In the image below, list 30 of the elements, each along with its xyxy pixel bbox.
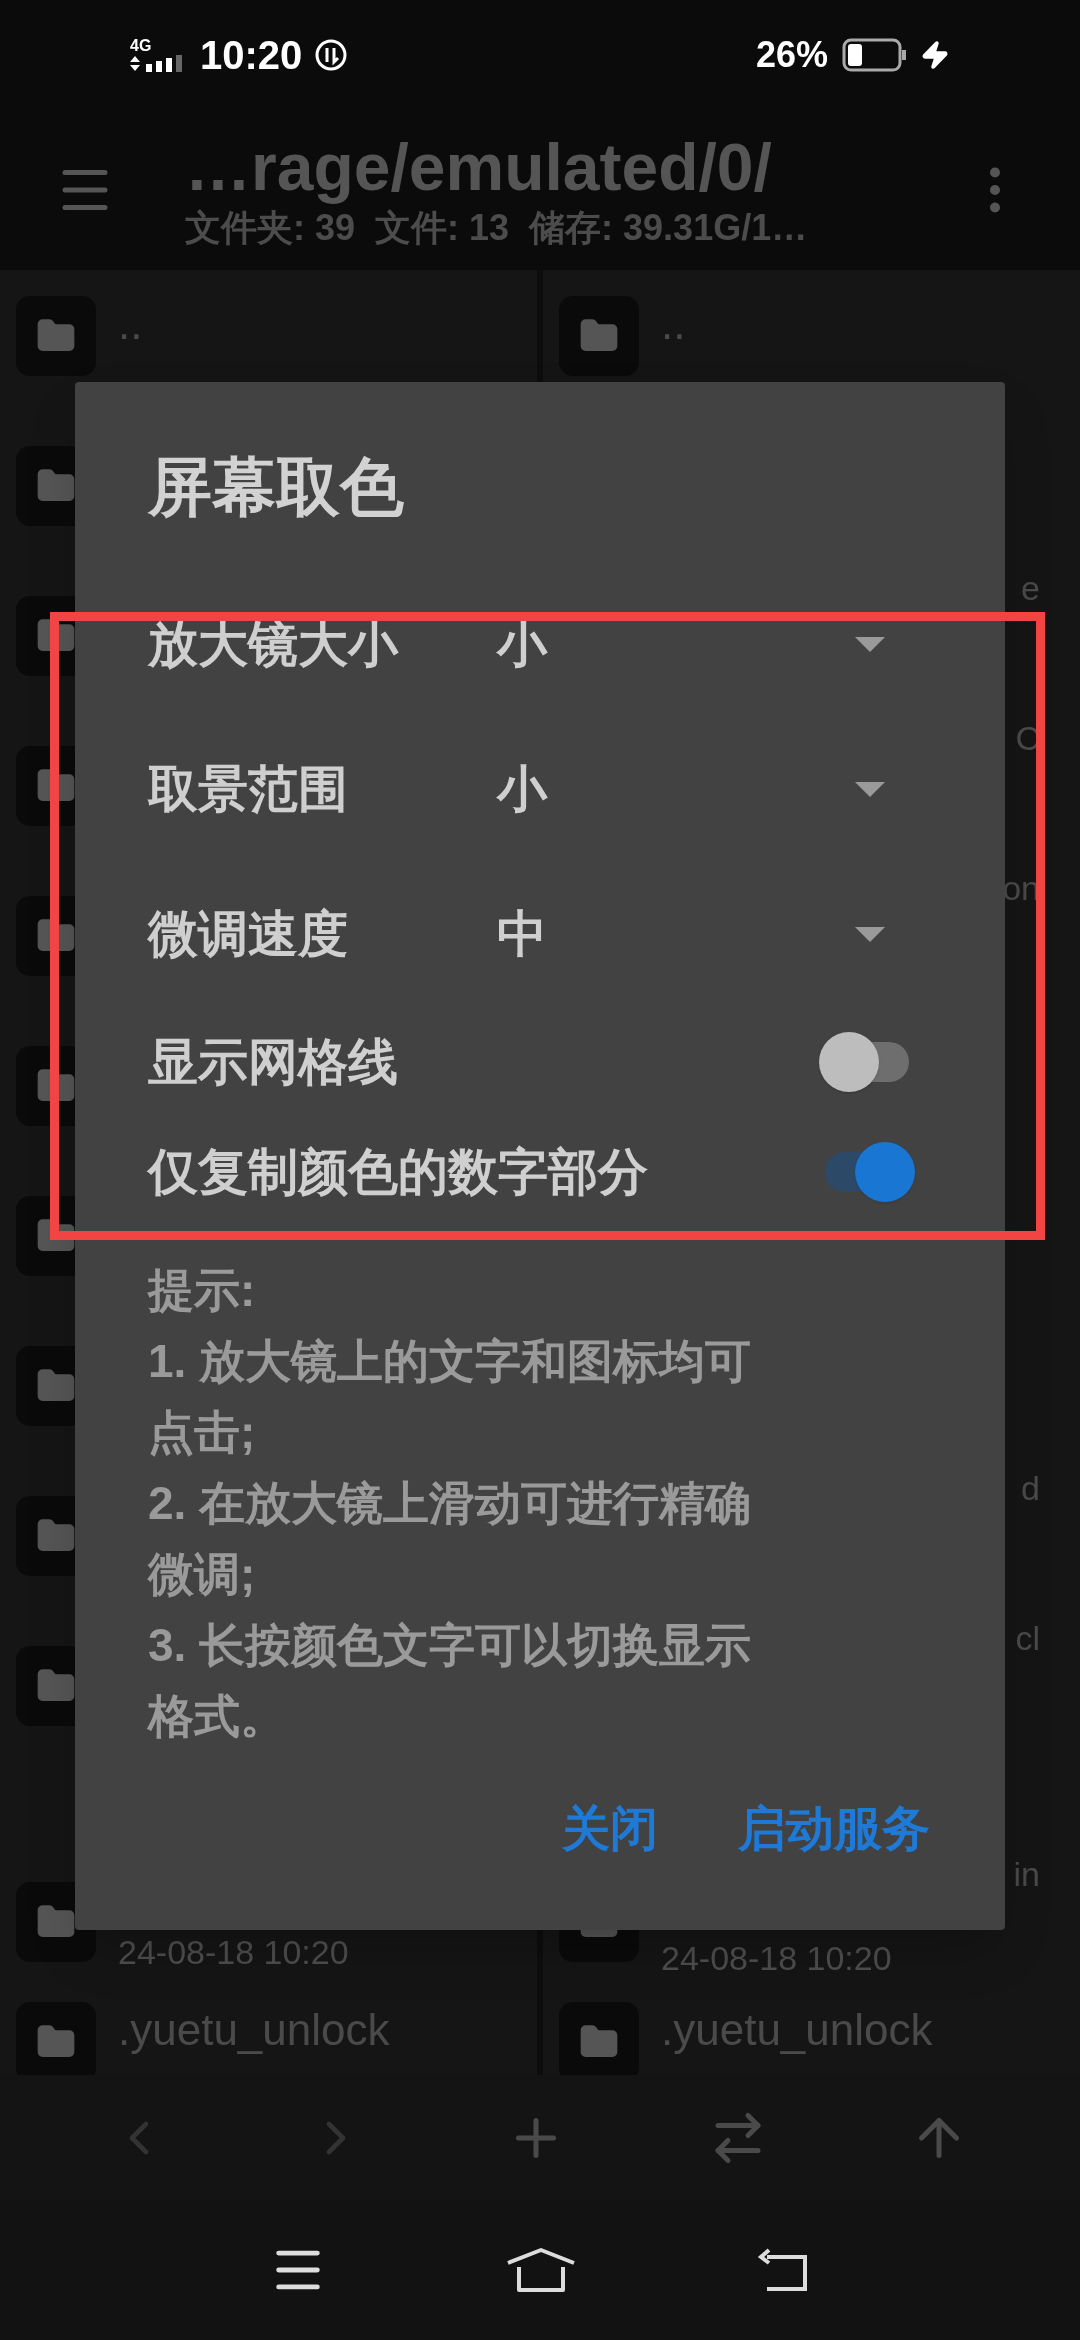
current-path: …rage/emulated/0/	[185, 129, 773, 205]
hint-text: 1. 放大镜上的文字和图标均可点击;	[148, 1334, 753, 1460]
hint-text: 3. 长按颜色文字可以切换显示格式。	[148, 1618, 753, 1744]
home-icon[interactable]	[505, 2247, 577, 2293]
caret-icon	[855, 782, 885, 797]
battery-icon	[842, 38, 908, 72]
dropdown[interactable]: 中	[497, 897, 985, 972]
battery-percent: 26%	[755, 33, 828, 77]
setting-label: 显示网格线	[148, 1032, 398, 1092]
caret-icon	[855, 927, 885, 942]
folder-icon	[16, 296, 96, 376]
folder-summary: 文件夹: 39 文件: 13 储存: 39.31G/1…	[185, 206, 809, 250]
dialog-button[interactable]: 关闭	[562, 1783, 658, 1875]
hint-text: 2. 在放大镜上滑动可进行精确微调;	[148, 1476, 753, 1602]
setting-label: 仅复制颜色的数字部分	[148, 1142, 648, 1202]
dropdown[interactable]: 小	[497, 607, 985, 682]
setting-label: 取景范围	[148, 760, 349, 819]
data-saver-icon	[314, 38, 349, 72]
charging-icon	[920, 40, 950, 70]
dialog-button[interactable]: 启动服务	[738, 1783, 930, 1875]
dialog-title: 屏幕取色	[148, 450, 405, 525]
file-name[interactable]: ..	[118, 296, 537, 352]
folder-icon	[559, 296, 639, 376]
dropdown[interactable]: 小	[497, 752, 985, 827]
setting-label: 微调速度	[148, 905, 349, 964]
caret-icon	[855, 637, 885, 652]
setting-label: 放大镜大小	[148, 615, 400, 674]
file-name[interactable]: ..	[661, 296, 1080, 352]
hint-text: 提示:	[148, 1263, 257, 1318]
clock: 10:20	[200, 32, 303, 79]
